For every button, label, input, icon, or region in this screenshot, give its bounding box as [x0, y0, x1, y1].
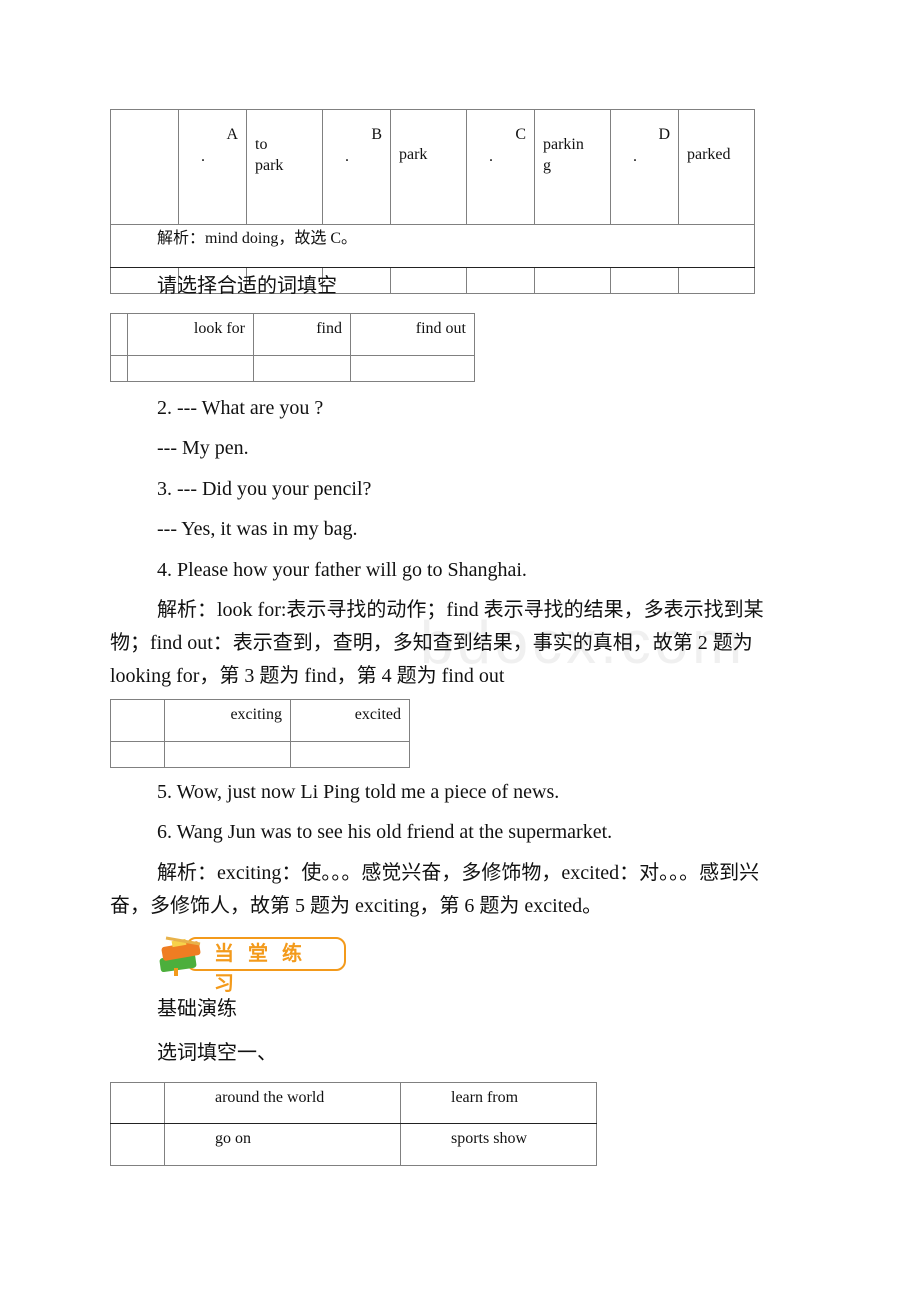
option-letter-cell: C.: [466, 109, 535, 225]
word-cell: excited: [290, 699, 410, 742]
option-text: to: [255, 136, 268, 153]
question-line: 4. Please how your father will go to Sha…: [157, 559, 527, 581]
subheading: 基础演练: [157, 998, 237, 1020]
banner-label: 当堂练习: [214, 941, 316, 995]
option-text-cell: parkin g: [534, 109, 611, 225]
subheading: 选词填空一、: [157, 1042, 277, 1064]
option-letter: C: [515, 126, 526, 143]
books-icon: [159, 936, 201, 976]
word-cell: exciting: [164, 699, 291, 742]
option-dot: .: [489, 148, 493, 165]
option-dot: .: [345, 148, 349, 165]
option-dot: .: [201, 148, 205, 165]
word-cell: look for: [127, 313, 254, 356]
option-letter: A: [226, 126, 238, 143]
question-line: 2. --- What are you ?: [157, 397, 324, 419]
word-cell: sports show: [400, 1123, 597, 1166]
word-bank-table: exciting excited: [110, 699, 410, 768]
option-dot: .: [633, 148, 637, 165]
question-line: --- Yes, it was in my bag.: [157, 518, 358, 540]
option-text-cell: parked: [678, 109, 755, 225]
question-line: 3. --- Did you your pencil?: [157, 478, 372, 500]
option-letter: D: [658, 126, 670, 143]
word-cell: find out: [350, 313, 475, 356]
word-bank-table: look for find find out: [110, 313, 475, 382]
practice-banner: 当堂练习: [156, 932, 346, 995]
option-text: park: [255, 157, 284, 174]
option-letter-cell: B.: [322, 109, 391, 225]
option-letter-cell: D.: [610, 109, 679, 225]
option-letter-cell: A.: [178, 109, 247, 225]
word-bank-table: around the world learn from go on sports…: [110, 1082, 597, 1166]
word-cell: go on: [164, 1123, 401, 1166]
question-line: --- My pen.: [157, 437, 249, 459]
word-cell: around the world: [164, 1082, 401, 1124]
option-text: parkin: [543, 136, 584, 153]
analysis-paragraph: 解析：exciting：使。。。感觉兴奋，多修饰物，excited：对。。。感到…: [110, 862, 760, 917]
section-heading: 请选择合适的词填空: [157, 275, 337, 297]
word-cell: learn from: [400, 1082, 597, 1124]
analysis-note: 解析：mind doing，故选 C。: [110, 224, 755, 268]
options-row: A. to park B. park C. parkin g D. parked: [110, 109, 755, 225]
option-text: g: [543, 157, 551, 174]
option-text-cell: park: [390, 109, 467, 225]
empty-cell: [110, 109, 179, 225]
question-line: 6. Wang Jun was to see his old friend at…: [157, 821, 613, 843]
question-line: 5. Wow, just now Li Ping told me a piece…: [157, 781, 560, 803]
analysis-paragraph: 解析：look for:表示寻找的动作；find 表示寻找的结果，多表示找到某物…: [110, 599, 764, 687]
options-table: A. to park B. park C. parkin g D. parked 解…: [110, 109, 755, 294]
option-letter: B: [371, 126, 382, 143]
option-text-cell: to park: [246, 109, 323, 225]
word-cell: find: [253, 313, 351, 356]
